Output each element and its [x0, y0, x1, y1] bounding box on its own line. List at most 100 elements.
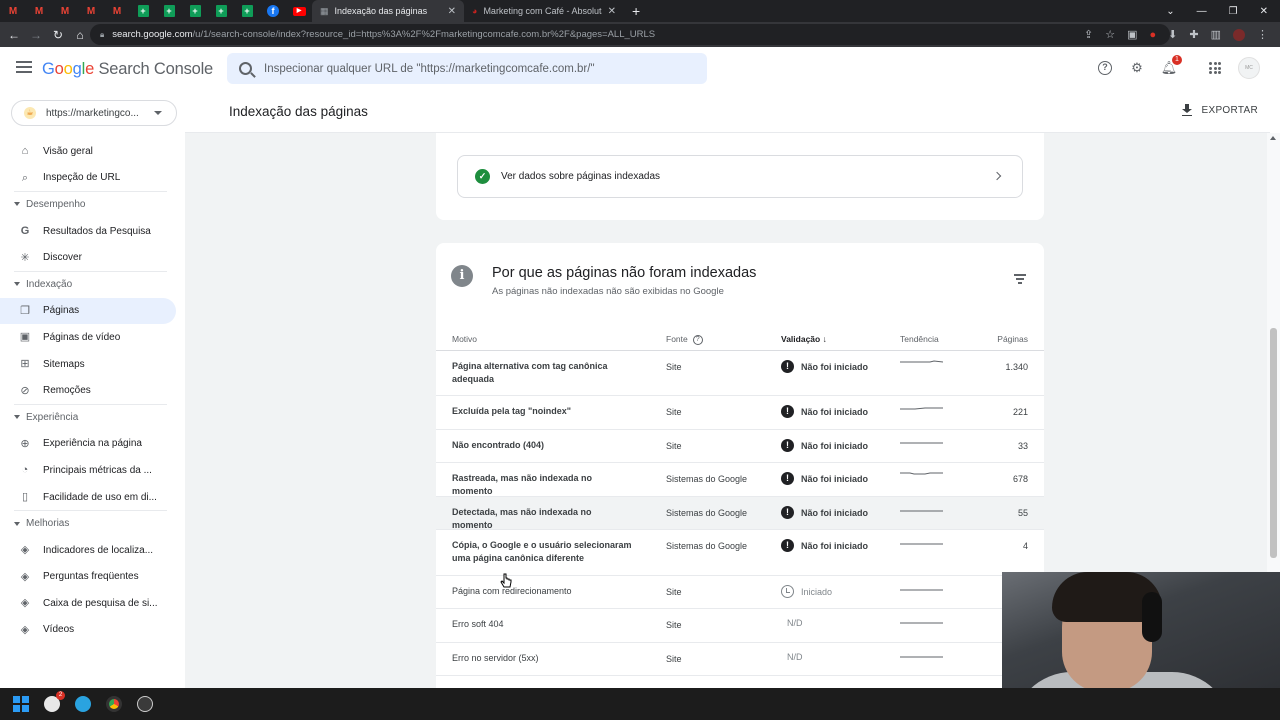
minimize-button[interactable]: — [1197, 6, 1207, 17]
sidebar-section-experiencia[interactable]: Experiência [0, 403, 185, 431]
telegram-icon[interactable] [75, 696, 91, 712]
close-icon[interactable]: ✕ [608, 6, 616, 17]
column-paginas[interactable]: Páginas [997, 334, 1028, 344]
new-tab-button[interactable]: + [632, 3, 640, 19]
sitemap-icon: ⊞ [20, 358, 30, 371]
url-inspection-input[interactable] [264, 62, 664, 75]
maximize-button[interactable]: ❐ [1229, 6, 1238, 17]
url-inspection-search[interactable] [227, 53, 707, 84]
menu-kebab-icon[interactable]: ⋮ [1257, 28, 1268, 41]
sidebar-section-indexacao[interactable]: Indexação [0, 270, 185, 298]
column-tendencia[interactable]: Tendência [900, 334, 939, 344]
extension-icon[interactable]: ▣ [1127, 28, 1137, 41]
extension-badge-icon[interactable]: ● [1150, 29, 1157, 41]
sidebar-section-melhorias[interactable]: Melhorias [0, 510, 185, 537]
sidebar-item-label: Remoções [43, 385, 91, 397]
obs-icon[interactable] [137, 696, 153, 712]
sidebar-item-visao-geral[interactable]: ⌂ Visão geral [0, 138, 176, 165]
profile-avatar[interactable] [1233, 28, 1245, 41]
sheets-tab-icon[interactable]: + [156, 0, 182, 22]
gmail-tab-icon[interactable]: M [26, 0, 52, 22]
bookmark-star-icon[interactable]: ☆ [1105, 28, 1115, 41]
puzzle-icon[interactable]: ✚ [1189, 28, 1198, 41]
sidebar-item-resultados[interactable]: G Resultados da Pesquisa [0, 218, 176, 245]
account-avatar[interactable]: MC [1238, 57, 1260, 79]
sidebar-item-mobile-usability[interactable]: ▯ Facilidade de uso em di... [0, 484, 176, 511]
chrome-icon[interactable] [106, 696, 122, 712]
sidebar-section-desempenho[interactable]: Desempenho [0, 191, 185, 218]
sidebar-item-paginas-video[interactable]: ▣ Páginas de vídeo [0, 324, 176, 351]
column-motivo[interactable]: Motivo [452, 334, 477, 344]
sidebar-item-breadcrumbs[interactable]: ◈ Indicadores de localiza... [0, 537, 176, 564]
table-row[interactable]: Erro soft 404 Site N/D [436, 609, 1044, 643]
export-button[interactable]: EXPORTAR [1181, 104, 1259, 116]
sidepanel-icon[interactable]: ▥ [1211, 28, 1221, 41]
whatsapp-icon[interactable]: 2 [44, 691, 65, 712]
view-indexed-pages-link[interactable]: ✓ Ver dados sobre páginas indexadas [457, 155, 1023, 198]
reload-button[interactable]: ↻ [47, 28, 69, 42]
table-row[interactable]: Rastreada, mas não indexada no momento Si… [436, 463, 1044, 497]
home-button[interactable]: ⌂ [69, 28, 91, 42]
table-row[interactable]: Excluída pela tag "noindex" Site! Não foi … [436, 396, 1044, 430]
windows-start-icon[interactable] [13, 696, 29, 712]
sidebar-item-sitemaps[interactable]: ⊞ Sitemaps [0, 351, 176, 378]
help-icon[interactable]: ? [692, 334, 703, 345]
share-icon[interactable]: ⇪ [1084, 28, 1093, 41]
sidebar-item-inspecao-url[interactable]: ⌕ Inspeção de URL [0, 165, 176, 192]
tab-indexacao[interactable]: ▦ Indexação das páginas ✕ [312, 0, 464, 22]
sidebar-item-core-web-vitals[interactable]: ◔ Principais métricas da ... [0, 457, 176, 484]
row-fonte: Site [666, 654, 682, 664]
filter-icon[interactable] [1014, 274, 1026, 286]
sidebar-item-discover[interactable]: ✳︎ Discover [0, 244, 176, 271]
hamburger-menu-icon[interactable] [16, 61, 32, 76]
sidebar-item-sitelinks-search[interactable]: ◈ Caixa de pesquisa de si... [0, 590, 176, 617]
tab-marketing[interactable]: ◕ Marketing com Café - Absolutam ✕ [464, 0, 624, 22]
notifications-bell-icon[interactable]: 🔔︎ 1 [1160, 55, 1182, 77]
sheets-tab-icon[interactable]: + [234, 0, 260, 22]
download-icon[interactable]: ⬇ [1168, 28, 1177, 41]
gmail-tab-icon[interactable]: M [0, 0, 26, 22]
forward-button[interactable]: → [25, 28, 47, 42]
tab-search-icon[interactable]: ⌄ [1166, 6, 1174, 17]
table-row[interactable]: Página com redirecionamento Site Iniciado [436, 576, 1044, 609]
sidebar-item-label: Vídeos [43, 624, 75, 636]
search-console-logo[interactable]: Google Search Console [42, 60, 213, 79]
sheets-tab-icon[interactable]: + [130, 0, 156, 22]
row-validacao: ! Não foi iniciado [781, 539, 868, 552]
card-title: Por que as páginas não foram indexadas [492, 265, 757, 281]
url-path: /u/1/search-console/index?resource_id=ht… [192, 29, 656, 40]
gmail-tab-icon[interactable]: M [104, 0, 130, 22]
column-validacao[interactable]: Validação ↓ [781, 334, 827, 344]
close-icon[interactable]: ✕ [448, 6, 456, 17]
sidebar-item-paginas[interactable]: ❐ Páginas [0, 297, 176, 325]
scroll-thumb[interactable] [1270, 328, 1277, 558]
facebook-tab-icon[interactable]: f [260, 0, 286, 22]
close-window-button[interactable]: ✕ [1260, 6, 1268, 17]
sheets-tab-icon[interactable]: + [208, 0, 234, 22]
gmail-tab-icon[interactable]: M [78, 0, 104, 22]
apps-grid-icon[interactable] [1206, 59, 1224, 77]
sidebar-item-faq[interactable]: ◈ Perguntas freqüentes [0, 564, 176, 591]
sidebar-item-videos[interactable]: ◈ Vídeos [0, 617, 176, 644]
row-validacao: ! Não foi iniciado [781, 472, 868, 485]
scroll-up-icon[interactable] [1270, 136, 1276, 140]
row-validacao: ! Não foi iniciado [781, 439, 868, 452]
property-selector[interactable]: ☕︎ https://marketingco... [11, 100, 177, 126]
gmail-tab-icon[interactable]: M [52, 0, 78, 22]
table-row[interactable]: Não encontrado (404) Site! Não foi iniciad… [436, 430, 1044, 463]
sidebar-item-experiencia-pagina[interactable]: ⊕ Experiência na página [0, 431, 176, 458]
url-field[interactable]: 🔒︎ search.google.com/u/1/search-console/… [90, 24, 1170, 45]
table-row[interactable]: Detectada, mas não indexada no momento Si… [436, 497, 1044, 530]
column-fonte[interactable]: Fonte? [666, 334, 703, 345]
youtube-tab-icon[interactable]: ▶ [286, 0, 312, 22]
help-icon[interactable]: ? [1096, 59, 1114, 77]
table-row[interactable]: Página alternativa com tag canônica adeq… [436, 351, 1044, 396]
tab-title: Marketing com Café - Absolutam [483, 6, 602, 16]
table-row[interactable]: Cópia, o Google e o usuário selecionaram… [436, 530, 1044, 576]
lock-icon: 🔒︎ [100, 29, 105, 39]
sheets-tab-icon[interactable]: + [182, 0, 208, 22]
table-row[interactable]: Erro no servidor (5xx) Site N/D [436, 643, 1044, 676]
manage-users-icon[interactable]: ⚙︎ [1128, 59, 1146, 77]
sidebar-item-remocoes[interactable]: ⊘ Remoções [0, 377, 176, 404]
back-button[interactable]: ← [3, 28, 25, 42]
